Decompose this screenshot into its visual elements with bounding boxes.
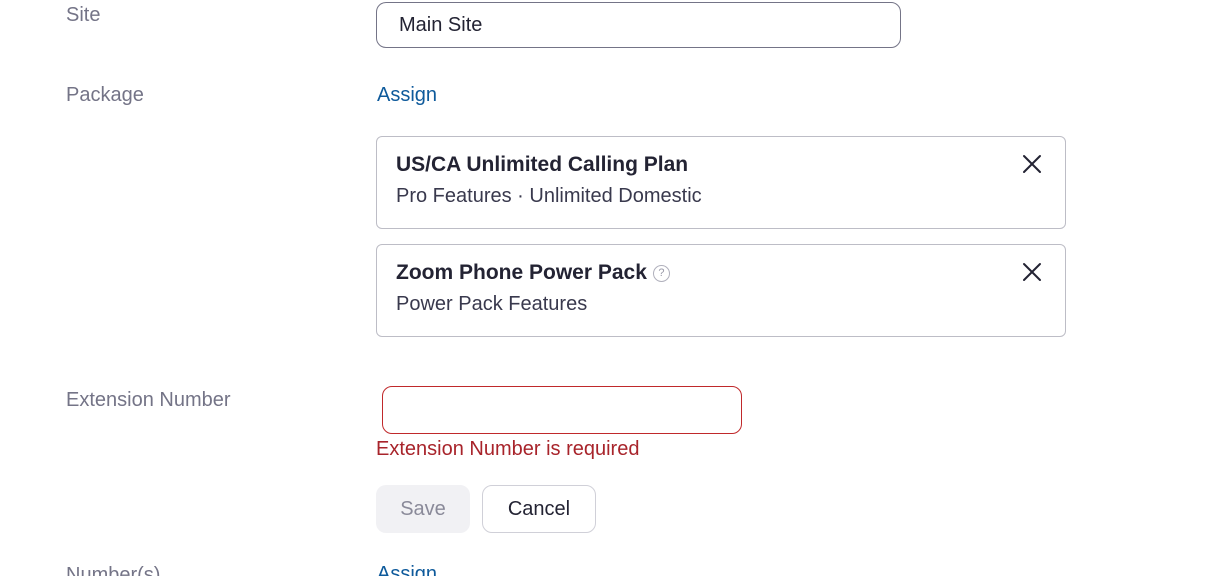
- save-button[interactable]: Save: [376, 485, 470, 533]
- package-card-title-row: Zoom Phone Power Pack ?: [396, 259, 1046, 287]
- package-card: US/CA Unlimited Calling Plan Pro Feature…: [376, 136, 1066, 229]
- package-card-title: US/CA Unlimited Calling Plan: [396, 153, 689, 176]
- package-card-title: Zoom Phone Power Pack: [396, 261, 647, 284]
- site-label: Site: [66, 4, 101, 26]
- numbers-assign-link[interactable]: Assign: [377, 563, 437, 576]
- extension-number-label: Extension Number: [66, 389, 231, 411]
- site-select[interactable]: Main Site: [376, 2, 901, 48]
- numbers-label: Number(s): [66, 564, 161, 576]
- close-icon[interactable]: [1021, 153, 1043, 175]
- close-icon[interactable]: [1021, 261, 1043, 283]
- package-card-subtitle: Pro Features · Unlimited Domestic: [396, 184, 702, 207]
- package-assign-link[interactable]: Assign: [377, 84, 437, 107]
- extension-number-input[interactable]: [382, 386, 742, 434]
- extension-number-error: Extension Number is required: [376, 438, 640, 460]
- phone-user-form: Site Main Site Package Assign US/CA Unli…: [0, 0, 1225, 576]
- help-icon[interactable]: ?: [652, 264, 670, 282]
- package-label: Package: [66, 84, 144, 106]
- site-select-value: Main Site: [399, 13, 483, 36]
- package-card: Zoom Phone Power Pack ? Power Pack Featu…: [376, 244, 1066, 337]
- package-card-subtitle: Power Pack Features: [396, 292, 588, 315]
- cancel-button[interactable]: Cancel: [482, 485, 596, 533]
